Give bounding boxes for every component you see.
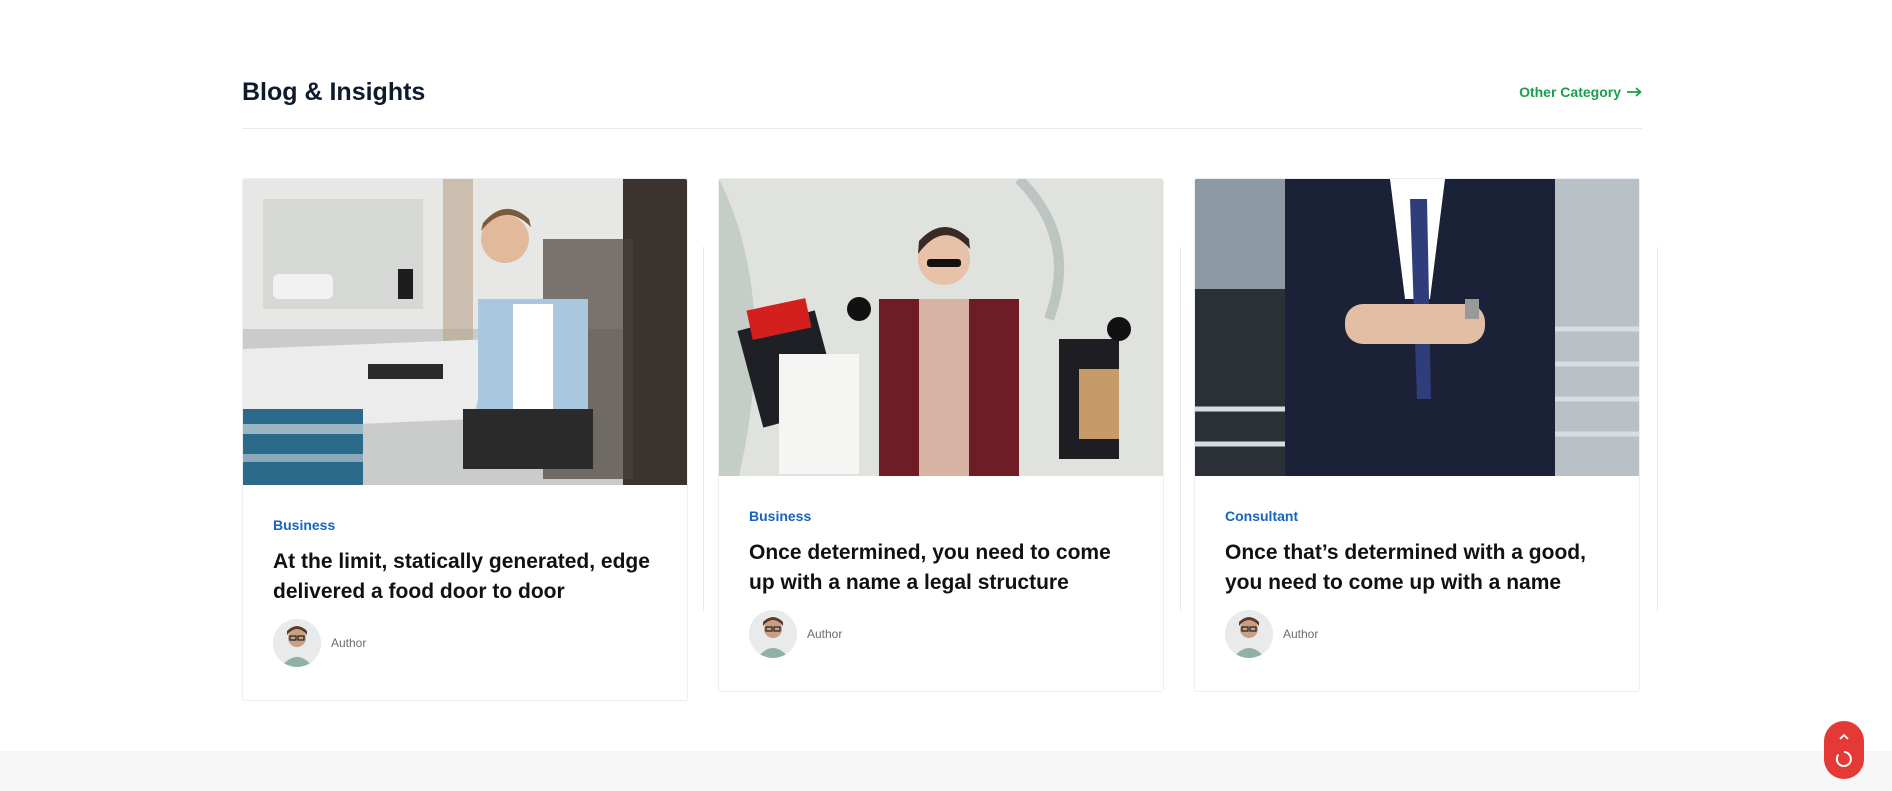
other-category-label: Other Category: [1519, 84, 1621, 100]
progress-ring-icon: [1835, 750, 1853, 773]
blog-card[interactable]: Consultant Once that’s determined with a…: [1194, 178, 1640, 692]
author-name: Author: [1283, 627, 1319, 641]
section-title: Blog & Insights: [242, 78, 426, 106]
post-title[interactable]: Once determined, you need to come up wit…: [749, 538, 1133, 598]
scroll-to-top-button[interactable]: [1824, 721, 1864, 779]
post-category[interactable]: Business: [273, 517, 335, 533]
divider-line: [703, 247, 704, 611]
blog-card-image[interactable]: [1195, 179, 1639, 476]
blog-card-image[interactable]: [243, 179, 687, 485]
post-title[interactable]: Once that’s determined with a good, you …: [1225, 538, 1609, 598]
author-name: Author: [807, 627, 843, 641]
post-category[interactable]: Consultant: [1225, 508, 1298, 524]
blog-card[interactable]: Business At the limit, statically genera…: [242, 178, 688, 701]
author-avatar: [273, 619, 321, 667]
author-name: Author: [331, 636, 367, 650]
author-avatar: [1225, 610, 1273, 658]
section-header: Blog & Insights Other Category: [242, 74, 1642, 129]
arrow-right-icon: [1627, 87, 1642, 97]
divider-line: [1657, 247, 1658, 611]
post-category[interactable]: Business: [749, 508, 811, 524]
post-author: Author: [749, 610, 1133, 658]
chevron-up-icon: [1838, 728, 1850, 746]
blog-card[interactable]: Business Once determined, you need to co…: [718, 178, 1164, 692]
post-author: Author: [273, 619, 657, 667]
other-category-link[interactable]: Other Category: [1519, 84, 1642, 100]
footer-band: [0, 751, 1892, 791]
post-author: Author: [1225, 610, 1609, 658]
post-title[interactable]: At the limit, statically generated, edge…: [273, 547, 657, 607]
author-avatar: [749, 610, 797, 658]
blog-card-image[interactable]: [719, 179, 1163, 476]
divider-line: [1180, 247, 1181, 611]
